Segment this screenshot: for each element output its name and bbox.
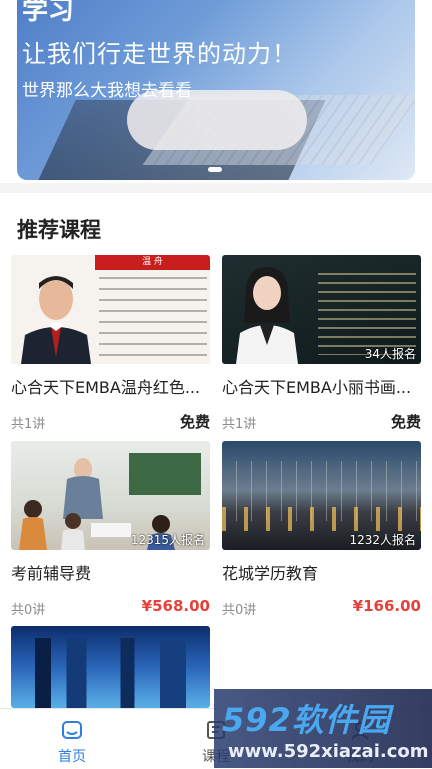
speaker-portrait [21,276,91,364]
banner-carousel[interactable]: 学习 让我们行走世界的动力！ 世界那么大我想去看看 [17,0,415,180]
course-card[interactable]: 温 舟 心合天下EMBA温舟红色... 共1讲 免费 [11,255,210,435]
course-title: 心合天下EMBA小丽书画... [222,378,412,397]
course-lessons: 共0讲 [11,603,46,618]
course-lessons: 共0讲 [222,603,257,618]
course-title: 心合天下EMBA温舟红色... [11,378,201,397]
course-price: 免费 [179,413,210,431]
harbor-lights-image [222,507,421,531]
course-card[interactable]: 34人报名 心合天下EMBA小丽书画... 共1讲 免费 [222,255,421,435]
course-price: ¥166.00 [352,597,421,615]
course-thumbnail: 34人报名 [222,255,421,364]
course-thumbnail: 12315人报名 [11,441,210,550]
course-price: 免费 [390,413,421,431]
watermark-url: www.592xiazai.com [228,741,429,762]
banner-headline: 让我们行走世界的动力！ [22,40,297,68]
course-lessons: 共1讲 [222,417,257,432]
thumbnail-text-lines [99,277,207,357]
section-divider [0,183,432,193]
tab-label: 首页 [58,749,86,765]
course-card-partial[interactable] [11,626,210,708]
course-card[interactable]: 12315人报名 考前辅导费 共0讲 ¥568.00 [11,441,210,621]
course-card[interactable]: 1232人报名 花城学历教育 共0讲 ¥166.00 [222,441,421,621]
city-skyline-image [11,638,210,708]
course-title: 考前辅导费 [11,564,92,583]
watermark-brand: 592软件园 [222,701,391,739]
carousel-indicator[interactable] [208,167,222,172]
tab-home[interactable]: 首页 [0,709,144,769]
thumbnail-header: 温 舟 [95,255,210,270]
enroll-count: 12315人报名 [130,533,205,547]
banner-area: 学习 让我们行走世界的动力！ 世界那么大我想去看看 [0,0,432,192]
speaker-portrait [236,267,298,364]
home-icon [62,721,82,739]
enroll-count: 34人报名 [364,347,416,361]
thumbnail-text-lines [318,273,416,355]
banner-top-text: 学习 [22,0,75,26]
banner-subline: 世界那么大我想去看看 [22,81,192,101]
course-lessons: 共1讲 [11,417,46,432]
course-price: ¥568.00 [141,597,210,615]
course-thumbnail: 温 舟 [11,255,210,364]
watermark-overlay: 592软件园 www.592xiazai.com [214,689,432,768]
course-thumbnail: 1232人报名 [222,441,421,550]
course-title: 花城学历教育 [222,564,319,583]
section-title: 推荐课程 [17,218,101,242]
enroll-count: 1232人报名 [349,533,416,547]
